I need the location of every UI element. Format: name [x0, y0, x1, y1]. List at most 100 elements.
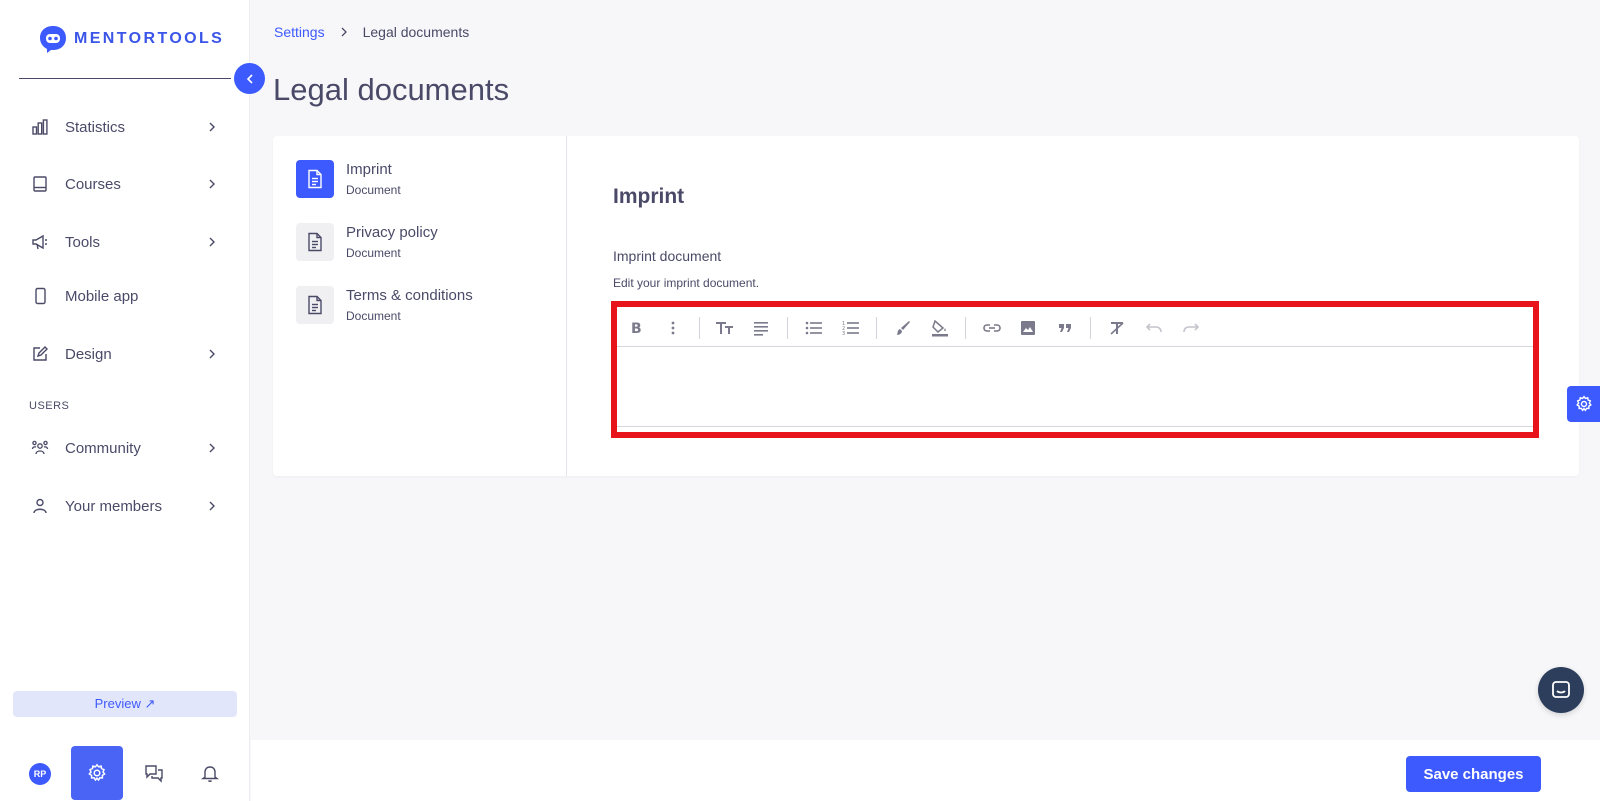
sidebar-item-label: Mobile app	[65, 287, 139, 305]
undo-button[interactable]	[1143, 317, 1165, 339]
bar-chart-icon	[30, 117, 50, 137]
chat-icon	[1552, 681, 1570, 698]
gear-icon	[1576, 395, 1592, 412]
toolbar-separator	[699, 317, 700, 339]
messages-button[interactable]	[143, 762, 165, 784]
editor-content-area[interactable]	[617, 347, 1533, 427]
sidebar-divider	[19, 78, 231, 79]
editor-highlight: B 123	[611, 301, 1539, 438]
more-vertical-icon	[671, 321, 675, 335]
document-list: Imprint Document Privacy policy Document…	[273, 136, 567, 476]
document-item-imprint[interactable]: Imprint Document	[296, 160, 556, 200]
align-icon	[754, 322, 768, 336]
gear-icon	[88, 763, 106, 782]
document-title: Privacy policy	[346, 224, 438, 241]
sidebar-item-label: Design	[65, 345, 112, 363]
breadcrumb-settings-link[interactable]: Settings	[274, 24, 325, 40]
breadcrumb-separator-icon	[341, 27, 347, 37]
document-icon	[296, 286, 334, 324]
floating-settings-button[interactable]	[1567, 386, 1600, 422]
brand-logo[interactable]: MENTORTOOLS	[38, 24, 224, 54]
sidebar-item-courses[interactable]: Courses	[0, 164, 250, 204]
field-help-text: Edit your imprint document.	[613, 276, 760, 290]
chevron-right-icon	[209, 122, 215, 132]
notifications-button[interactable]	[199, 762, 221, 784]
redo-icon	[1183, 323, 1200, 333]
bold-icon: B	[631, 321, 642, 336]
fill-color-button[interactable]	[929, 317, 951, 339]
page-footer	[251, 740, 1600, 801]
numbered-list-button[interactable]: 123	[840, 317, 862, 339]
sidebar-item-label: Community	[65, 439, 141, 457]
preview-label: Preview ↗	[94, 696, 156, 711]
quote-icon	[1059, 324, 1071, 332]
image-button[interactable]	[1017, 317, 1039, 339]
sidebar-item-mobile-app[interactable]: Mobile app	[0, 276, 250, 316]
svg-text:3: 3	[842, 331, 845, 336]
sidebar-bottom-bar: RP	[0, 745, 250, 801]
link-icon	[983, 324, 1001, 332]
sidebar-item-label: Your members	[65, 497, 162, 515]
bullet-list-icon	[805, 321, 822, 335]
avatar[interactable]: RP	[29, 763, 51, 785]
document-title: Imprint	[346, 161, 392, 178]
sidebar-item-your-members[interactable]: Your members	[0, 486, 250, 526]
toolbar-separator	[1090, 317, 1091, 339]
bullet-list-button[interactable]	[803, 317, 825, 339]
legal-documents-card: Imprint Document Privacy policy Document…	[273, 136, 1579, 476]
bold-button[interactable]: B	[625, 317, 647, 339]
sidebar-item-design[interactable]: Design	[0, 334, 250, 374]
chat-icon	[145, 765, 163, 783]
megaphone-icon	[30, 232, 50, 252]
numbered-list-icon: 123	[842, 321, 859, 336]
toolbar-separator	[965, 317, 966, 339]
toolbar-separator	[787, 317, 788, 339]
document-title: Terms & conditions	[346, 287, 473, 304]
link-button[interactable]	[981, 317, 1003, 339]
text-size-button[interactable]	[714, 317, 736, 339]
sidebar-item-label: Courses	[65, 175, 121, 193]
sidebar-item-statistics[interactable]: Statistics	[0, 107, 250, 147]
toolbar-separator	[876, 317, 877, 339]
fill-color-icon	[932, 319, 948, 337]
preview-button[interactable]: Preview ↗	[13, 691, 237, 717]
community-icon	[30, 438, 50, 458]
collapse-sidebar-button[interactable]	[234, 63, 265, 94]
chevron-right-icon	[209, 349, 215, 359]
clear-format-button[interactable]	[1106, 317, 1128, 339]
document-item-privacy-policy[interactable]: Privacy policy Document	[296, 223, 556, 263]
bell-icon	[200, 766, 220, 782]
document-subtitle: Document	[346, 309, 401, 323]
rich-text-editor: B 123	[617, 307, 1533, 432]
sidebar: MENTORTOOLS Statistics Courses Tools Mob…	[0, 0, 250, 801]
page-title: Legal documents	[273, 72, 510, 107]
document-item-terms-conditions[interactable]: Terms & conditions Document	[296, 286, 556, 326]
text-size-icon	[716, 322, 733, 334]
sidebar-item-community[interactable]: Community	[0, 428, 250, 468]
mentor-logo-icon	[40, 26, 66, 53]
svg-text:B: B	[631, 321, 642, 336]
sidebar-item-label: Tools	[65, 233, 101, 251]
settings-button[interactable]	[71, 746, 123, 800]
quote-button[interactable]	[1054, 317, 1076, 339]
undo-icon	[1145, 323, 1162, 333]
redo-button[interactable]	[1180, 317, 1202, 339]
clear-format-icon	[1110, 322, 1124, 335]
align-button[interactable]	[750, 317, 772, 339]
section-label-users: USERS	[29, 400, 70, 412]
brush-icon	[897, 321, 910, 335]
image-icon	[1021, 321, 1035, 335]
save-changes-button[interactable]: Save changes	[1406, 756, 1541, 792]
document-icon	[296, 223, 334, 261]
text-color-button[interactable]	[892, 317, 914, 339]
breadcrumb: Settings Legal documents	[274, 24, 469, 40]
document-subtitle: Document	[346, 183, 401, 197]
chevron-right-icon	[209, 501, 215, 511]
editor-section-title: Imprint	[613, 185, 685, 208]
phone-icon	[30, 286, 50, 306]
sidebar-item-tools[interactable]: Tools	[0, 222, 250, 262]
sidebar-item-label: Statistics	[65, 118, 126, 136]
more-options-button[interactable]	[662, 317, 684, 339]
document-subtitle: Document	[346, 246, 401, 260]
support-chat-button[interactable]	[1538, 667, 1584, 713]
